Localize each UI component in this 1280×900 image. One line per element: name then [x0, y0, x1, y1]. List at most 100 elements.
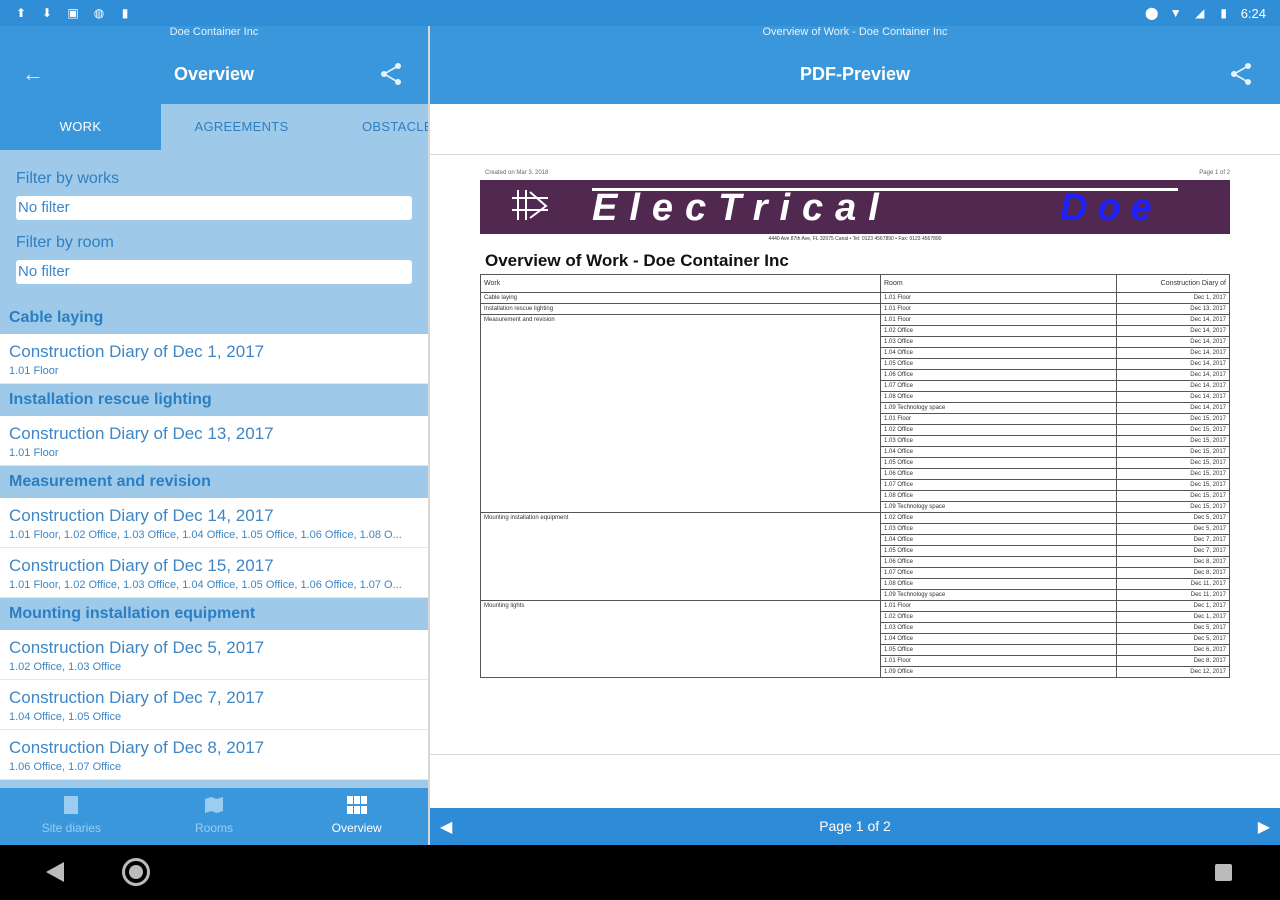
system-navigation-bar — [0, 845, 1280, 900]
table-row: Installation rescue lighting 1.01 Floor De… — [480, 303, 1230, 315]
diary-title: Construction Diary of Dec 1, 2017 — [9, 342, 265, 361]
battery-icon: ▮ — [1220, 6, 1227, 20]
cell-date: Dec 14, 2017 — [1116, 391, 1230, 403]
list-item[interactable]: Construction Diary of Dec 13, 2017 1.01 … — [0, 416, 428, 466]
diary-rooms: 1.02 Office, 1.03 Office — [9, 661, 122, 673]
cell-date: Dec 14, 2017 — [1116, 314, 1230, 326]
cell-date: Dec 5, 2017 — [1116, 512, 1230, 524]
status-right-icons: ⬤ ▼ ◢ ▮ 6:24 — [1145, 6, 1266, 21]
company-banner: ElecTrical Doe — [480, 180, 1230, 234]
share-icon[interactable] — [378, 62, 404, 86]
list-item[interactable]: Construction Diary of Dec 1, 2017 1.01 F… — [0, 334, 428, 384]
circle-icon: ◍ — [93, 6, 105, 20]
system-recents-icon[interactable] — [1215, 864, 1232, 881]
cell-room: 1.03 Office — [880, 336, 1117, 348]
cell-room: 1.07 Office — [880, 380, 1117, 392]
cell-work: Installation rescue lighting — [480, 303, 881, 315]
cell-room: 1.07 Office — [880, 567, 1117, 579]
table-header-row: Work Room Construction Diary of — [480, 274, 1230, 293]
cell-room: 1.09 Office — [880, 666, 1117, 678]
status-time: 6:24 — [1240, 5, 1266, 21]
tab-agreements[interactable]: AGREEMENTS — [161, 104, 322, 150]
table-body: Cable laying 1.01 Floor Dec 1, 2017 Install… — [480, 292, 1230, 678]
nav-overview[interactable]: Overview — [285, 788, 428, 845]
filter-room-field[interactable]: No filter — [16, 260, 412, 284]
list-item[interactable]: Construction Diary of Dec 14, 2017 1.01 … — [0, 498, 428, 548]
cell-date: Dec 15, 2017 — [1116, 413, 1230, 425]
column-header-work: Work — [480, 274, 881, 293]
diary-title: Construction Diary of Dec 5, 2017 — [9, 638, 265, 657]
cell-date: Dec 15, 2017 — [1116, 446, 1230, 458]
overview-pane: Doe Container Inc ← Overview WORK AGREEM… — [0, 26, 428, 845]
tab-bar: WORK AGREEMENTS OBSTACLE — [0, 104, 428, 150]
cell-date: Dec 8, 2017 — [1116, 655, 1230, 667]
share-icon[interactable] — [1228, 62, 1254, 86]
cell-room: 1.09 Technology space — [880, 501, 1117, 513]
list-item[interactable]: Construction Diary of Dec 8, 2017 1.06 O… — [0, 730, 428, 780]
cell-room: 1.02 Office — [880, 424, 1117, 436]
list-item[interactable]: Construction Diary of Dec 5, 2017 1.02 O… — [0, 630, 428, 680]
group-header: Mounting installation equipment — [0, 598, 428, 630]
cell-room: 1.01 Floor — [880, 292, 1117, 304]
tab-obstacle[interactable]: OBSTACLE — [322, 104, 428, 150]
group-header: Cable laying — [0, 302, 428, 334]
location-icon: ⬤ — [1144, 6, 1159, 20]
diary-title: Construction Diary of Dec 15, 2017 — [9, 556, 274, 575]
cell-date: Dec 14, 2017 — [1116, 369, 1230, 381]
cell-room: 1.03 Office — [880, 622, 1117, 634]
list-item[interactable]: Construction Diary of Dec 15, 2017 1.01 … — [0, 548, 428, 598]
upload-icon: ⬆ — [15, 6, 27, 20]
diary-title: Construction Diary of Dec 8, 2017 — [9, 738, 265, 757]
diary-title: Construction Diary of Dec 14, 2017 — [9, 506, 274, 525]
cell-work: Measurement and revision — [480, 314, 881, 513]
cell-date: Dec 12, 2017 — [1116, 666, 1230, 678]
next-page-icon[interactable]: ▶ — [1258, 817, 1270, 837]
banner-electrical: ElecTrical — [592, 187, 891, 229]
cell-date: Dec 1, 2017 — [1116, 600, 1230, 612]
nav-site-diaries-label: Site diaries — [41, 821, 102, 835]
cell-work: Cable laying — [480, 292, 881, 304]
company-logo-icon — [512, 190, 548, 220]
cell-date: Dec 5, 2017 — [1116, 523, 1230, 535]
pdf-created-date: Created on Mar 3, 2018 — [485, 170, 549, 176]
nav-rooms[interactable]: Rooms — [143, 788, 286, 845]
cell-room: 1.06 Office — [880, 556, 1117, 568]
system-back-icon[interactable] — [46, 862, 64, 882]
cell-room: 1.03 Office — [880, 523, 1117, 535]
system-home-icon[interactable] — [122, 858, 150, 886]
grid-icon — [346, 796, 367, 814]
pdf-preview-pane: Overview of Work - Doe Container Inc PDF… — [430, 26, 1280, 845]
cell-work: Mounting installation equipment — [480, 512, 881, 601]
pdf-page-number: Page 1 of 2 — [1199, 170, 1230, 176]
cell-room: 1.02 Office — [880, 512, 1117, 524]
cell-date: Dec 14, 2017 — [1116, 402, 1230, 414]
diary-rooms: 1.01 Floor, 1.02 Office, 1.03 Office, 1.… — [9, 529, 402, 541]
filter-works-field[interactable]: No filter — [16, 196, 412, 220]
banner-doe: Doe — [1060, 187, 1162, 229]
filter-works-label: Filter by works — [16, 170, 120, 187]
status-left-icons: ⬆ ⬇ ▣ ◍ ▮ — [14, 6, 132, 20]
diary-title: Construction Diary of Dec 13, 2017 — [9, 424, 274, 443]
cell-room: 1.01 Floor — [880, 655, 1117, 667]
right-subtitle: Overview of Work - Doe Container Inc — [762, 26, 948, 38]
left-page-title: Overview — [173, 64, 255, 84]
cell-date: Dec 14, 2017 — [1116, 358, 1230, 370]
nav-site-diaries[interactable]: Site diaries — [0, 788, 143, 845]
column-header-date: Construction Diary of — [1116, 274, 1230, 293]
cell-room: 1.03 Office — [880, 435, 1117, 447]
cell-room: 1.08 Office — [880, 391, 1117, 403]
diary-rooms: 1.01 Floor, 1.02 Office, 1.03 Office, 1.… — [9, 579, 402, 591]
tab-work[interactable]: WORK — [0, 104, 161, 150]
cell-room: 1.04 Office — [880, 534, 1117, 546]
pdf-title: Overview of Work - Doe Container Inc — [485, 251, 789, 270]
download-icon: ⬇ — [41, 6, 53, 20]
cell-date: Dec 15, 2017 — [1116, 501, 1230, 513]
cell-date: Dec 8, 2017 — [1116, 556, 1230, 568]
cell-room: 1.05 Office — [880, 644, 1117, 656]
pdf-preview-area[interactable]: Created on Mar 3, 2018 Page 1 of 2 ElecT… — [430, 104, 1280, 808]
list-item[interactable]: Construction Diary of Dec 7, 2017 1.04 O… — [0, 680, 428, 730]
cell-date: Dec 6, 2017 — [1116, 644, 1230, 656]
right-app-bar: Overview of Work - Doe Container Inc PDF… — [430, 26, 1280, 104]
right-page-title: PDF-Preview — [799, 64, 911, 84]
cell-date: Dec 15, 2017 — [1116, 490, 1230, 502]
